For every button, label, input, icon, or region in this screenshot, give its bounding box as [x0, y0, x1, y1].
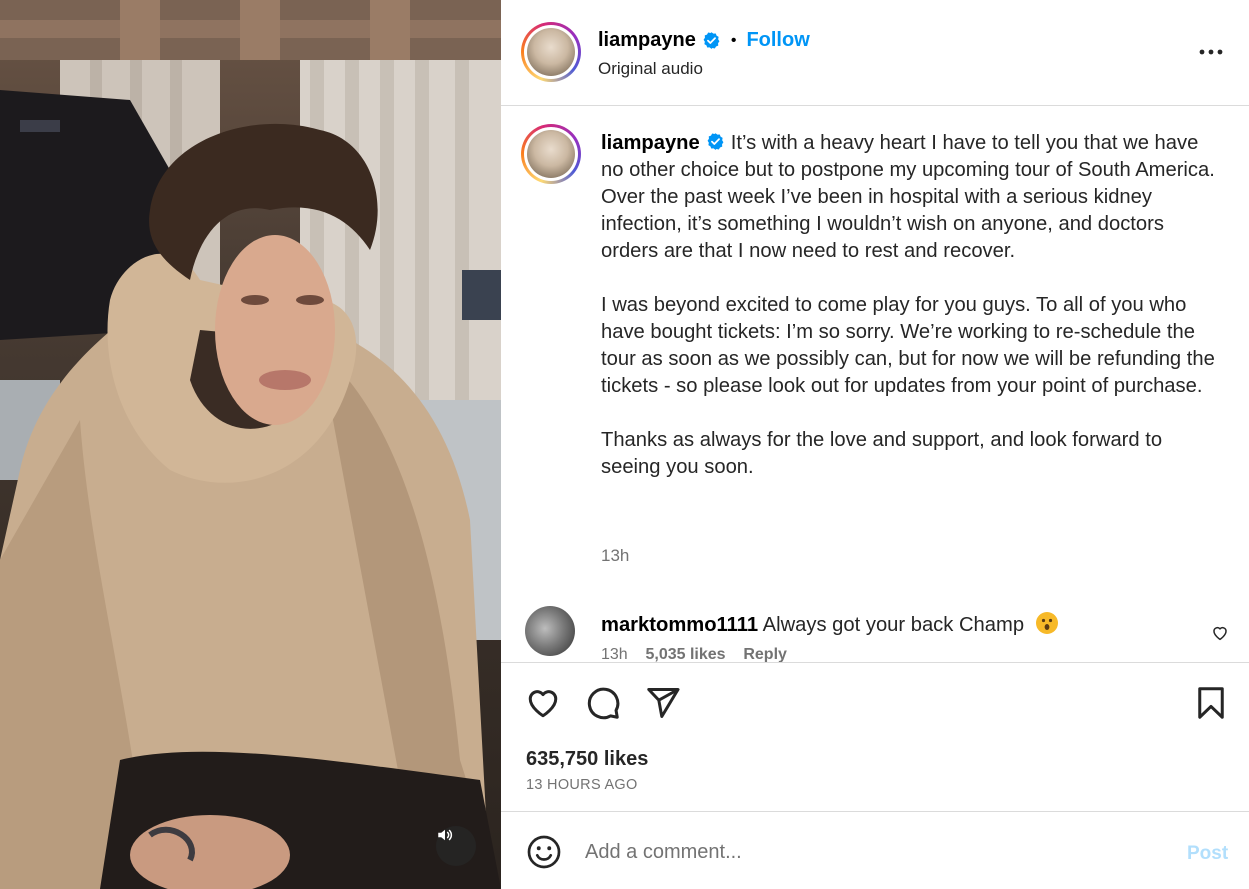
- emoji-icon[interactable]: [526, 834, 562, 870]
- comment-text: Always got your back Champ: [762, 614, 1025, 636]
- caption-paragraph: liampayne It’s with a heavy heart I have …: [601, 130, 1216, 265]
- comment-time[interactable]: 13h: [601, 646, 628, 662]
- follow-button[interactable]: Follow: [746, 29, 809, 52]
- volume-toggle-button[interactable]: [436, 826, 476, 866]
- caption-text: liampayne It’s with a heavy heart I have …: [601, 130, 1216, 508]
- post-video[interactable]: [0, 0, 501, 889]
- video-frame: [0, 0, 501, 889]
- caption-paragraph-3: Thanks as always for the love and suppor…: [601, 429, 1163, 478]
- comment-icon[interactable]: [585, 685, 621, 721]
- share-icon[interactable]: [645, 685, 681, 721]
- post-actions: 635,750 likes 13 HOURS AGO: [501, 662, 1249, 812]
- volume-icon: [438, 829, 453, 841]
- comment-reply-button[interactable]: Reply: [743, 646, 787, 662]
- post-comment-button[interactable]: Post: [1187, 843, 1228, 865]
- verified-badge-icon: [703, 32, 720, 49]
- save-icon[interactable]: [1193, 685, 1229, 721]
- likes-count[interactable]: 635,750 likes: [526, 748, 648, 771]
- hushed-face-emoji-icon: [1035, 612, 1058, 634]
- post-details-panel: liampayne • Follow Original audio liampa…: [501, 0, 1249, 889]
- commenter-avatar[interactable]: [525, 606, 575, 656]
- comment-input[interactable]: [585, 836, 1145, 868]
- heart-icon[interactable]: [525, 685, 561, 721]
- separator-dot: •: [730, 31, 737, 49]
- comment-likes[interactable]: 5,035 likes: [645, 646, 725, 662]
- author-line: liampayne • Follow: [598, 29, 810, 52]
- author-username[interactable]: liampayne: [598, 29, 696, 52]
- post-time-ago[interactable]: 13 HOURS AGO: [526, 777, 638, 793]
- add-comment-bar: Post: [501, 812, 1249, 889]
- comment-like-heart-icon[interactable]: [1211, 624, 1229, 642]
- verified-badge-icon: [707, 133, 724, 150]
- caption-username[interactable]: liampayne: [601, 132, 700, 154]
- audio-link[interactable]: Original audio: [598, 59, 703, 79]
- post-header: liampayne • Follow Original audio: [501, 0, 1249, 106]
- comment-meta: 13h 5,035 likes Reply: [601, 646, 787, 662]
- caption-avatar[interactable]: [521, 124, 581, 184]
- caption-paragraph-2: I was beyond excited to come play for yo…: [601, 294, 1215, 397]
- caption-timestamp[interactable]: 13h: [601, 546, 629, 566]
- more-options-icon[interactable]: [1197, 40, 1225, 64]
- comments-section[interactable]: liampayne It’s with a heavy heart I have …: [501, 106, 1249, 662]
- comment-item: marktommo1111 Always got your back Champ…: [501, 602, 1249, 662]
- commenter-username[interactable]: marktommo1111: [601, 614, 758, 636]
- author-avatar[interactable]: [521, 22, 581, 82]
- comment-text-line: marktommo1111 Always got your back Champ: [601, 612, 1058, 637]
